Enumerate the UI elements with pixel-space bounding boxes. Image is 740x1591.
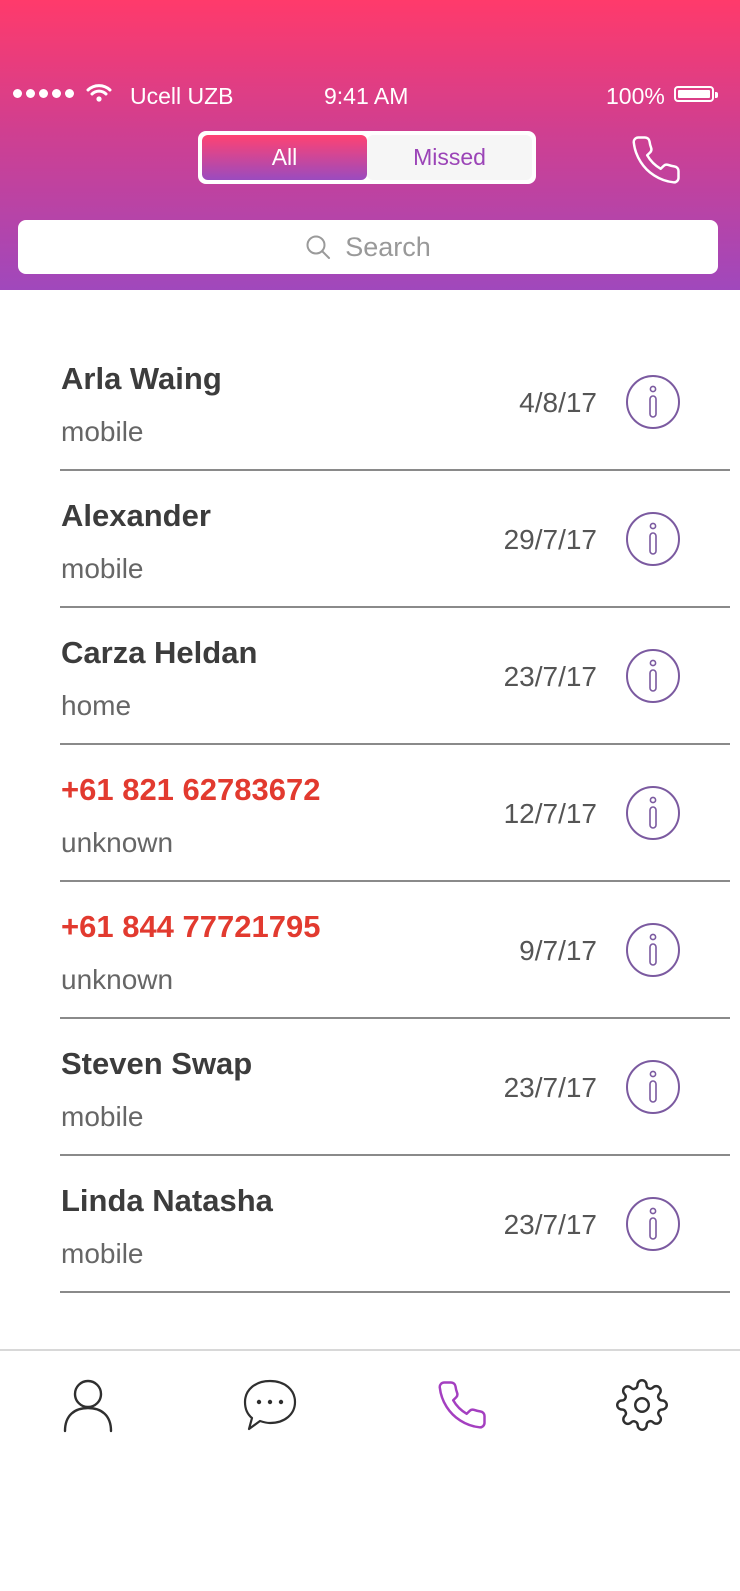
info-icon[interactable] <box>625 1196 681 1252</box>
segment-all[interactable]: All <box>202 135 367 180</box>
tab-calls[interactable] <box>432 1375 492 1435</box>
call-date: 12/7/17 <box>503 798 597 829</box>
call-date: 23/7/17 <box>503 1072 597 1103</box>
call-type: unknown <box>61 827 174 858</box>
call-date: 23/7/17 <box>503 1209 597 1240</box>
wifi-icon <box>86 84 112 102</box>
call-type: mobile <box>61 416 144 447</box>
call-date: 4/8/17 <box>519 387 597 418</box>
caller-name: Steven Swap <box>61 1046 253 1081</box>
carrier-name: Ucell UZB <box>130 83 234 109</box>
caller-name: Alexander <box>61 498 211 533</box>
call-date: 23/7/17 <box>503 661 597 692</box>
tab-messages[interactable] <box>240 1375 300 1435</box>
tab-contacts[interactable] <box>58 1375 118 1435</box>
call-type: unknown <box>61 964 174 995</box>
call-type: mobile <box>61 553 144 584</box>
caller-name: Arla Waing <box>61 361 222 396</box>
call-row[interactable]: Linda Natasha mobile 23/7/17 <box>0 1156 740 1293</box>
battery-icon <box>674 86 718 102</box>
caller-number: +61 844 77721795 <box>61 909 321 944</box>
search-icon <box>306 235 331 259</box>
call-date: 29/7/17 <box>503 524 597 555</box>
caller-name: Linda Natasha <box>61 1183 273 1218</box>
chat-icon <box>243 1379 297 1431</box>
filter-segmented-control: All Missed <box>198 131 536 184</box>
search-placeholder: Search <box>345 231 431 262</box>
signal-dots-icon <box>13 89 74 98</box>
tab-bar <box>0 1349 740 1591</box>
call-row[interactable]: Steven Swap mobile 23/7/17 <box>0 1019 740 1156</box>
call-row[interactable]: Arla Waing mobile 4/8/17 <box>0 334 740 471</box>
info-icon[interactable] <box>625 374 681 430</box>
search-bar[interactable]: Search <box>18 220 718 274</box>
phone-icon[interactable] <box>628 133 684 187</box>
call-row[interactable]: +61 821 62783672 unknown 12/7/17 <box>0 745 740 882</box>
call-row[interactable]: +61 844 77721795 unknown 9/7/17 <box>0 882 740 1019</box>
tab-settings[interactable] <box>612 1375 672 1435</box>
row-divider <box>60 1291 730 1293</box>
contacts-icon <box>63 1379 113 1433</box>
gear-icon <box>616 1379 668 1431</box>
call-type: mobile <box>61 1238 144 1269</box>
status-time: 9:41 AM <box>324 83 409 109</box>
call-type: home <box>61 690 132 721</box>
battery-percent: 100% <box>606 83 665 109</box>
call-date: 9/7/17 <box>519 935 597 966</box>
call-row[interactable]: Carza Heldan home 23/7/17 <box>0 608 740 745</box>
header: Ucell UZB 9:41 AM 100% All Missed Search <box>0 0 740 290</box>
call-row[interactable]: Alexander mobile 29/7/17 <box>0 471 740 608</box>
segment-missed[interactable]: Missed <box>367 135 532 180</box>
caller-name: Carza Heldan <box>61 635 258 670</box>
info-icon[interactable] <box>625 648 681 704</box>
info-icon[interactable] <box>625 785 681 841</box>
info-icon[interactable] <box>625 511 681 567</box>
recent-calls-list: Arla Waing mobile 4/8/17 Alexander mobil… <box>0 334 740 1293</box>
call-type: mobile <box>61 1101 144 1132</box>
phone-icon <box>438 1381 486 1429</box>
status-bar: Ucell UZB 9:41 AM 100% <box>0 80 740 112</box>
info-icon[interactable] <box>625 922 681 978</box>
caller-number: +61 821 62783672 <box>61 772 321 807</box>
info-icon[interactable] <box>625 1059 681 1115</box>
